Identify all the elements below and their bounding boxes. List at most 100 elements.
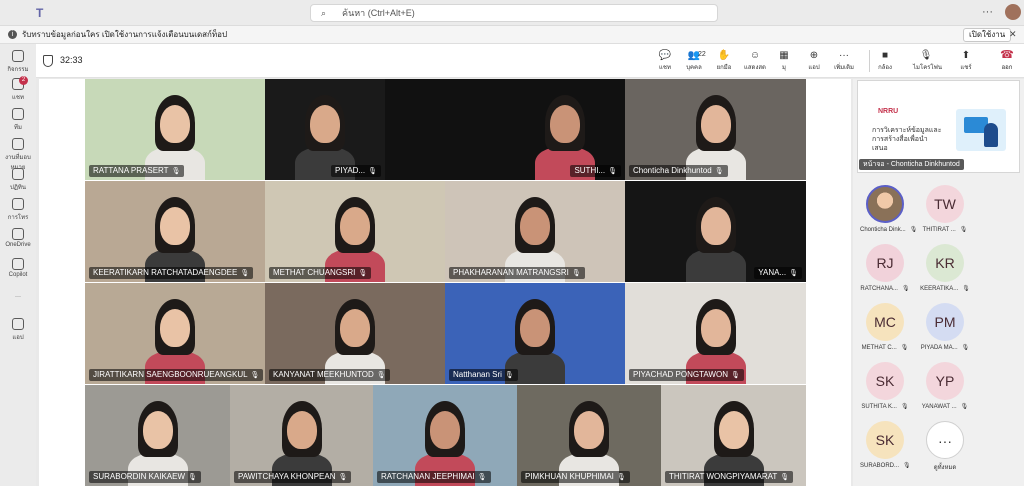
rail-item-4[interactable]: ปฏิทิน — [0, 168, 36, 192]
toolbar-divider — [869, 50, 870, 72]
rail-item-6[interactable]: OneDrive — [0, 228, 36, 248]
avatar[interactable] — [1005, 4, 1021, 20]
video-tile[interactable]: PIMKHUAN KHUPHIMAI 🎙 — [517, 385, 661, 486]
info-icon: i — [8, 30, 17, 39]
participant-avatar-item[interactable]: RJ RATCHANA... 🎙 — [860, 244, 910, 292]
participant-avatar-item[interactable]: YP YANAWAT ... 🎙 — [920, 362, 970, 410]
view-all-button[interactable]: ··· ดูทั้งหมด — [920, 421, 970, 472]
video-tile[interactable]: YANA... 🎙 — [625, 181, 806, 282]
search-input[interactable]: ⌕ ค้นหา (Ctrl+Alt+E) — [310, 4, 718, 22]
rail-item-2[interactable]: ทีม — [0, 108, 36, 132]
raise-hand-icon: ✋ — [717, 50, 731, 61]
video-tile[interactable]: Chonticha Dinkhuntod 🎙 — [625, 79, 806, 180]
search-placeholder: ค้นหา (Ctrl+Alt+E) — [342, 8, 415, 18]
assignments-icon — [12, 138, 24, 150]
video-tile[interactable]: METHAT CHUANGSRI 🎙 — [265, 181, 445, 282]
react-icon: ☺ — [749, 50, 761, 61]
rail-item-5[interactable]: การโทร — [0, 198, 36, 222]
participant-avatar-label: Chonticha Dink... 🎙 — [860, 226, 917, 233]
mic-muted-icon: 🎙 — [368, 168, 377, 175]
mic-muted-icon: 🎙 — [477, 474, 487, 481]
participant-avatar-name: SURABORD... — [860, 463, 900, 469]
participant-avatar-name: THITIRAT ... — [922, 227, 956, 233]
video-tile[interactable]: KANYANAT MEEKHUNTOD 🎙 — [265, 283, 445, 384]
toolbar-mic-off-button[interactable]: 🎙 ไมโครโฟน — [913, 49, 942, 72]
mic-muted-icon: 🎙 — [901, 286, 910, 292]
rail-item-8[interactable]: ··· — [0, 292, 36, 300]
rail-item-9[interactable]: แอป — [0, 318, 36, 342]
toolbar-label: แสดงสด — [744, 65, 766, 71]
participant-avatar-item[interactable]: PM PIYADA MA... 🎙 — [920, 303, 970, 351]
rail-item-7[interactable]: Copilot — [0, 258, 36, 278]
participant-avatar-label: THITIRAT ... 🎙 — [920, 226, 970, 233]
toolbar-label: บุคคล — [686, 65, 702, 71]
participant-name: KEERATIKARN RATCHATADAENGDEE — [93, 268, 238, 277]
participant-avatar-item[interactable]: KR KEERATIKA... 🎙 — [920, 244, 970, 292]
toolbar-share-button[interactable]: ⬆ แชร์ — [953, 49, 979, 72]
avatar: SK — [866, 421, 904, 459]
close-icon[interactable]: ✕ — [1009, 29, 1017, 40]
participant-avatar-item[interactable]: SK SURABORD... 🎙 — [860, 421, 911, 469]
toolbar-chat-button[interactable]: 💬 แชท — [652, 49, 678, 72]
meeting-timer: 32:33 — [60, 55, 83, 65]
mic-muted-icon: 🎙 — [960, 404, 969, 410]
participant-name-tag: Chonticha Dinkhuntod 🎙 — [629, 165, 728, 177]
enable-notifications-button[interactable]: เปิดใช้งาน — [963, 28, 1012, 42]
video-tile[interactable]: KEERATIKARN RATCHATADAENGDEE 🎙 — [85, 181, 265, 282]
toolbar-label: มุ — [782, 65, 786, 71]
participant-name: PIYAD... — [335, 166, 366, 175]
more-options-icon[interactable]: ··· — [982, 6, 993, 18]
participant-avatar-item[interactable]: MC METHAT C... 🎙 — [860, 303, 910, 351]
video-tile[interactable]: SURABORDIN KAIKAEW 🎙 — [85, 385, 230, 486]
video-tile[interactable]: Natthanan Sri 🎙 — [445, 283, 625, 384]
rail-item-0[interactable]: กิจกรรม — [0, 50, 36, 74]
apps-icon — [12, 318, 24, 330]
leave-label: ออก — [1001, 65, 1013, 71]
shared-screen-tile[interactable]: NRRU การวิเคราะห์ข้อมูลและการสร้างสื่อเพ… — [857, 80, 1020, 173]
participant-avatar-item[interactable]: TW THITIRAT ... 🎙 — [920, 185, 970, 233]
video-tile[interactable]: PIYACHAD PONGTAWON 🎙 — [625, 283, 806, 384]
video-tile[interactable]: THITIRAT WONGPIYAMARAT 🎙 — [661, 385, 806, 486]
video-tile[interactable]: RATTANA PRASERT 🎙 — [85, 79, 265, 180]
slide-illustration — [956, 109, 1006, 151]
participant-name: JIRATTIKARN SAENGBOONRUEANGKUL — [93, 370, 248, 379]
participant-name-tag: RATTANA PRASERT 🎙 — [89, 165, 185, 177]
toolbar-add-app-button[interactable]: ⊕ แอป — [801, 49, 827, 72]
video-tile[interactable]: SUTHI... 🎙 — [505, 79, 625, 180]
participant-name-tag: SUTHI... 🎙 — [570, 165, 621, 177]
participant-avatar-item[interactable]: Chonticha Dink... 🎙 — [860, 185, 917, 233]
mic-muted-icon: 🎙 — [909, 227, 918, 233]
video-tile[interactable]: JIRATTIKARN SAENGBOONRUEANGKUL 🎙 — [85, 283, 265, 384]
leave-button[interactable]: ☎ ออก — [994, 49, 1020, 72]
toolbar-raise-hand-button[interactable]: ✋ ยกมือ — [711, 49, 737, 72]
mic-muted-icon: 🎙 — [900, 404, 909, 410]
participant-avatar-label: SURABORD... 🎙 — [860, 462, 911, 469]
mic-muted-icon: 🎙 — [959, 227, 968, 233]
participant-name-tag: PIYAD... 🎙 — [331, 165, 381, 177]
participant-name: SURABORDIN KAIKAEW — [93, 472, 186, 481]
mic-muted-icon: 🎙 — [789, 270, 798, 277]
video-tile[interactable]: RATCHANAN JEEPHIMAI 🎙 — [373, 385, 517, 486]
video-grid: RATTANA PRASERT 🎙 PIYAD... 🎙 SUTHI... 🎙 Chonti… — [39, 79, 851, 486]
rail-item-label: ··· — [15, 294, 21, 300]
toolbar-people-button[interactable]: 👥 22 บุคคล — [681, 49, 707, 72]
toolbar-view-button[interactable]: ▦ มุ — [771, 49, 797, 72]
toolbar-camera-button[interactable]: ■ กล้อง — [872, 49, 898, 72]
rail-item-1[interactable]: 2 แชท — [0, 76, 36, 102]
rail-item-label: กิจกรรม — [7, 67, 29, 73]
participant-name: THITIRAT WONGPIYAMARAT — [669, 472, 778, 481]
video-tile[interactable]: PAWITCHAYA KHONPEAN 🎙 — [230, 385, 373, 486]
mic-off-icon: 🎙 — [919, 50, 933, 61]
rail-item-label: Copilot — [8, 272, 28, 278]
toolbar-more-button[interactable]: ··· เพิ่มเติม — [831, 49, 857, 72]
participant-name: PAWITCHAYA KHONPEAN — [238, 472, 336, 481]
toolbar-react-button[interactable]: ☺ แสดงสด — [742, 49, 768, 72]
participant-name: METHAT CHUANGSRI — [273, 268, 356, 277]
rail-item-label: ทีม — [14, 125, 22, 131]
video-tile[interactable]: PIYAD... 🎙 — [265, 79, 385, 180]
chat-icon: 💬 — [658, 50, 672, 61]
participant-avatar-item[interactable]: SK SUTHITA K... 🎙 — [860, 362, 910, 410]
rail-item-3[interactable]: งานที่มอบหมาย — [0, 138, 36, 172]
participant-avatar-label: SUTHITA K... 🎙 — [860, 403, 910, 410]
video-tile[interactable]: PHAKHARANAN MATRANGSRI 🎙 — [445, 181, 625, 282]
